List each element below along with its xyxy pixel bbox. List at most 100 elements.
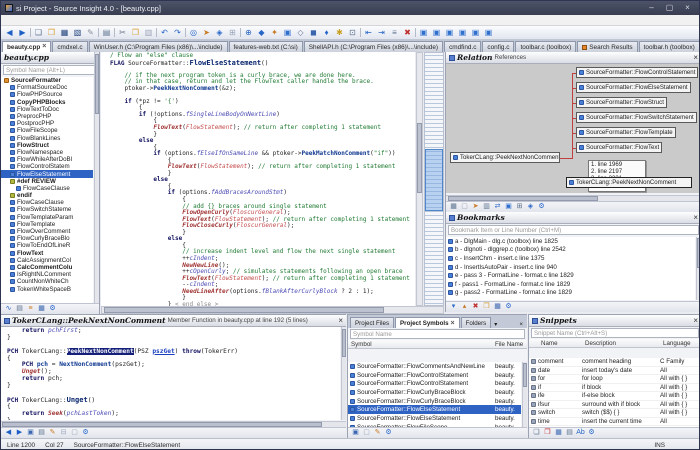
symbols-toolbar-icon[interactable]: ▢	[361, 428, 372, 438]
file-tab[interactable]: cmdfind.c ×	[444, 41, 481, 52]
tab-close-icon[interactable]: ×	[451, 320, 455, 327]
context-toolbar-icon[interactable]: ⊟	[58, 428, 69, 438]
toolbar-icon[interactable]: ◀	[3, 27, 16, 39]
toolbar-icon[interactable]: ▣	[430, 27, 443, 39]
snippets-toolbar-icon[interactable]: ▦	[553, 428, 564, 438]
bookmarks-toolbar-icon[interactable]: ▾	[448, 302, 459, 312]
file-tab[interactable]: config.c ×	[482, 41, 514, 52]
editor-vertical-scrollbar[interactable]	[416, 52, 423, 306]
snippets-toolbar-icon[interactable]: ▤	[564, 428, 575, 438]
bookmark-scrollbar[interactable]	[696, 237, 700, 300]
symbol-tree-item[interactable]: FlowTemplate	[1, 221, 93, 228]
symbol-tree-item[interactable]: FlowCurlyBraceBlo	[1, 235, 93, 242]
symbol-name-input[interactable]	[350, 329, 525, 339]
symbol-tree-item[interactable]: FlowText	[1, 250, 93, 257]
toolbar-icon[interactable]: ▣	[469, 27, 482, 39]
bookmark-item[interactable]: f - pass1 - FormatLine - format.c line 1…	[446, 280, 695, 289]
toolbar-icon[interactable]: ❏	[32, 27, 45, 39]
snippet-row[interactable]: ifsur surround with if block All with { …	[529, 401, 700, 410]
symbol-tree-item[interactable]: CopyPHPBlocks	[1, 99, 93, 106]
toolbar-icon[interactable]: ➤	[200, 27, 213, 39]
toolbar-icon[interactable]: ❐	[129, 27, 142, 39]
snippet-row[interactable]: date insert today's date All	[529, 367, 700, 376]
toolbar-icon[interactable]: ⊞	[226, 27, 239, 39]
snippet-row[interactable]: switch switch ($$) { } All with { }	[529, 409, 700, 418]
relation-toolbar-icon[interactable]: ▥	[481, 202, 492, 212]
toolbar-icon[interactable]: ◼	[307, 27, 320, 39]
symbol-tree-item[interactable]: PostprocPHP	[1, 120, 93, 127]
symbol-tree-item[interactable]: FlowCaseClause	[1, 199, 93, 206]
symbol-row[interactable]: SourceFormatter::FlowControlStatement be…	[348, 371, 521, 380]
symbol-toolbar-icon[interactable]: ≡	[25, 304, 36, 314]
symbol-toolbar-icon[interactable]: ∿	[3, 304, 14, 314]
relation-toolbar-icon[interactable]: ⇄	[492, 202, 503, 212]
symbol-row[interactable]: SourceFormatter::FlowElseStatement beaut…	[348, 405, 521, 414]
relation-toolbar-icon[interactable]: ▣	[503, 202, 514, 212]
symbol-tree-scrollbar[interactable]	[94, 52, 99, 303]
toolbar-icon[interactable]: ◈	[213, 27, 226, 39]
context-toolbar-icon[interactable]: ⚙	[80, 428, 91, 438]
toolbar-icon[interactable]: ✖	[401, 27, 414, 39]
relation-toolbar-icon[interactable]: ⊞	[514, 202, 525, 212]
file-tab[interactable]: cmdxel.c ×	[52, 41, 87, 52]
relation-toolbar-icon[interactable]: ⚙	[536, 202, 547, 212]
context-toolbar-icon[interactable]: ▤	[36, 428, 47, 438]
toolbar-icon[interactable]: ▤	[100, 27, 113, 39]
column-language[interactable]: Language	[663, 340, 700, 347]
relation-node[interactable]: SourceFormatter::FlowText	[576, 142, 662, 153]
toolbar-icon[interactable]: ✎	[84, 27, 97, 39]
toolbar-icon[interactable]: ↷	[171, 27, 184, 39]
symbol-tree-item[interactable]: FlowBlankLines	[1, 135, 93, 142]
toolbar-icon[interactable]: ◇	[294, 27, 307, 39]
symbol-tree-item[interactable]: CalcAssignmentCol	[1, 257, 93, 264]
symbol-row[interactable]: SourceFormatter::FlowCurlyBraceBlock bea…	[348, 397, 521, 406]
menu-item[interactable]	[51, 15, 61, 25]
toolbar-icon[interactable]: ⊡	[346, 27, 359, 39]
relation-node[interactable]: SourceFormatter::FlowElseStatement	[576, 82, 691, 93]
symbol-tree-item[interactable]: TokenWhiteSpaceB	[1, 285, 93, 292]
snippets-toolbar-icon[interactable]: ❒	[542, 428, 553, 438]
bookmark-item[interactable]: g - pass2 - FormatLine - format.c line 1…	[446, 289, 695, 298]
symbol-row[interactable]: SourceFormatter::FlowCurlyBraceBlock bea…	[348, 388, 521, 397]
symbol-toolbar-icon[interactable]: ▤	[14, 304, 25, 314]
symbol-tree-item[interactable]: FlowSwitchStateme	[1, 206, 93, 213]
symbols-toolbar-icon[interactable]: ▣	[350, 428, 361, 438]
toolbar-icon[interactable]: ▶	[16, 27, 29, 39]
tab-close-icon[interactable]: ×	[42, 44, 46, 50]
menu-item[interactable]	[81, 15, 91, 25]
symbols-toolbar-icon[interactable]: ✎	[372, 428, 383, 438]
menu-item[interactable]	[21, 15, 31, 25]
file-tab[interactable]: features-web.txt (C:\si) ×	[229, 41, 303, 52]
column-file-name[interactable]: File Name	[495, 341, 527, 348]
toolbar-icon[interactable]: ⊕	[242, 27, 255, 39]
project-panel-tab[interactable]: Folders ×	[461, 317, 492, 328]
relation-toolbar-icon[interactable]: ➤	[470, 202, 481, 212]
toolbar-icon[interactable]: ▣	[281, 27, 294, 39]
maximize-button[interactable]: ▢	[662, 3, 677, 13]
symbol-tree-item[interactable]: SourceFormatter	[1, 77, 93, 84]
panel-close-icon[interactable]: ×	[519, 321, 525, 328]
file-tab[interactable]: WinUser.h (C:\Program Files (x86)\...\in…	[89, 41, 228, 52]
context-toolbar-icon[interactable]: ▶	[14, 428, 25, 438]
relation-node[interactable]: SourceFormatter::FlowControlStatement	[576, 67, 698, 78]
bookmark-item[interactable]: b - dlgnoti - dlggrep.c (toolbox) line 2…	[446, 246, 695, 255]
bookmarks-toolbar-icon[interactable]: ▦	[492, 302, 503, 312]
symbol-toolbar-icon[interactable]: ⚙	[47, 304, 58, 314]
menu-item[interactable]	[41, 15, 51, 25]
symbol-tree-item[interactable]: FlowControlStatem	[1, 163, 93, 170]
context-close-icon[interactable]: ×	[338, 317, 343, 324]
toolbar-icon[interactable]: ▣	[443, 27, 456, 39]
snippet-row[interactable]: comment comment heading C Family	[529, 358, 700, 367]
toolbar-icon[interactable]: ▣	[417, 27, 430, 39]
relation-node[interactable]: SourceFormatter::FlowStruct	[576, 97, 667, 108]
symbols-scrollbar[interactable]	[522, 362, 527, 427]
toolbar-icon[interactable]: ▣	[482, 27, 495, 39]
context-vertical-scrollbar[interactable]	[341, 327, 346, 420]
context-toolbar-icon[interactable]: ▢	[69, 428, 80, 438]
snippets-toolbar-icon[interactable]: ❏	[531, 428, 542, 438]
symbol-tree-item[interactable]: FlowFileScope	[1, 127, 93, 134]
relation-bottom-node[interactable]: TokerCLang::PeekNextNonComment	[566, 177, 692, 188]
toolbar-icon[interactable]: ↶	[158, 27, 171, 39]
symbol-tree-item[interactable]: IsRightNLComment	[1, 271, 93, 278]
bookmark-item[interactable]: c - InsertChm - insert.c line 1375	[446, 254, 695, 263]
